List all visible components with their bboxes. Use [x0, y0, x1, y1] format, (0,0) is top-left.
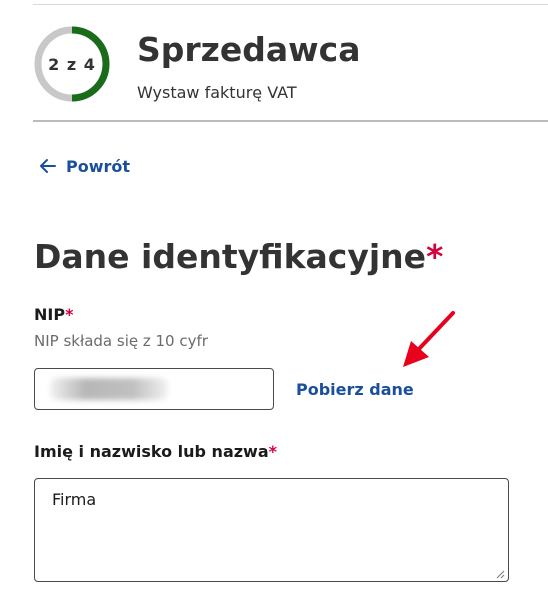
name-label-text: Imię i nazwisko lub nazwa [34, 442, 269, 461]
page-title: Sprzedawca [137, 30, 361, 69]
step-counter: 2 z 4 [48, 54, 96, 74]
page-subtitle: Wystaw fakturę VAT [137, 83, 297, 102]
name-label: Imię i nazwisko lub nazwa* [34, 442, 277, 461]
nip-label-text: NIP [34, 305, 66, 324]
arrow-left-icon [40, 159, 56, 173]
back-link-label: Powrót [66, 156, 131, 176]
name-textarea[interactable] [34, 478, 509, 582]
nip-hint: NIP składa się z 10 cyfr [34, 332, 208, 350]
name-textarea-value: Firma [52, 490, 97, 509]
section-heading-text: Dane identyfikacyjne [34, 237, 427, 276]
fetch-data-link[interactable]: Pobierz dane [296, 380, 414, 399]
required-asterisk: * [65, 305, 74, 324]
required-asterisk: * [268, 442, 277, 461]
section-heading: Dane identyfikacyjne* [34, 236, 443, 278]
nip-value-redacted [50, 378, 168, 400]
back-link[interactable]: Powrót [38, 156, 130, 176]
top-divider [33, 4, 548, 5]
header-divider [33, 120, 548, 122]
required-asterisk: * [426, 237, 444, 276]
nip-label: NIP* [34, 305, 73, 324]
resize-handle-icon[interactable] [495, 569, 505, 579]
annotation-arrow-icon [403, 311, 455, 367]
